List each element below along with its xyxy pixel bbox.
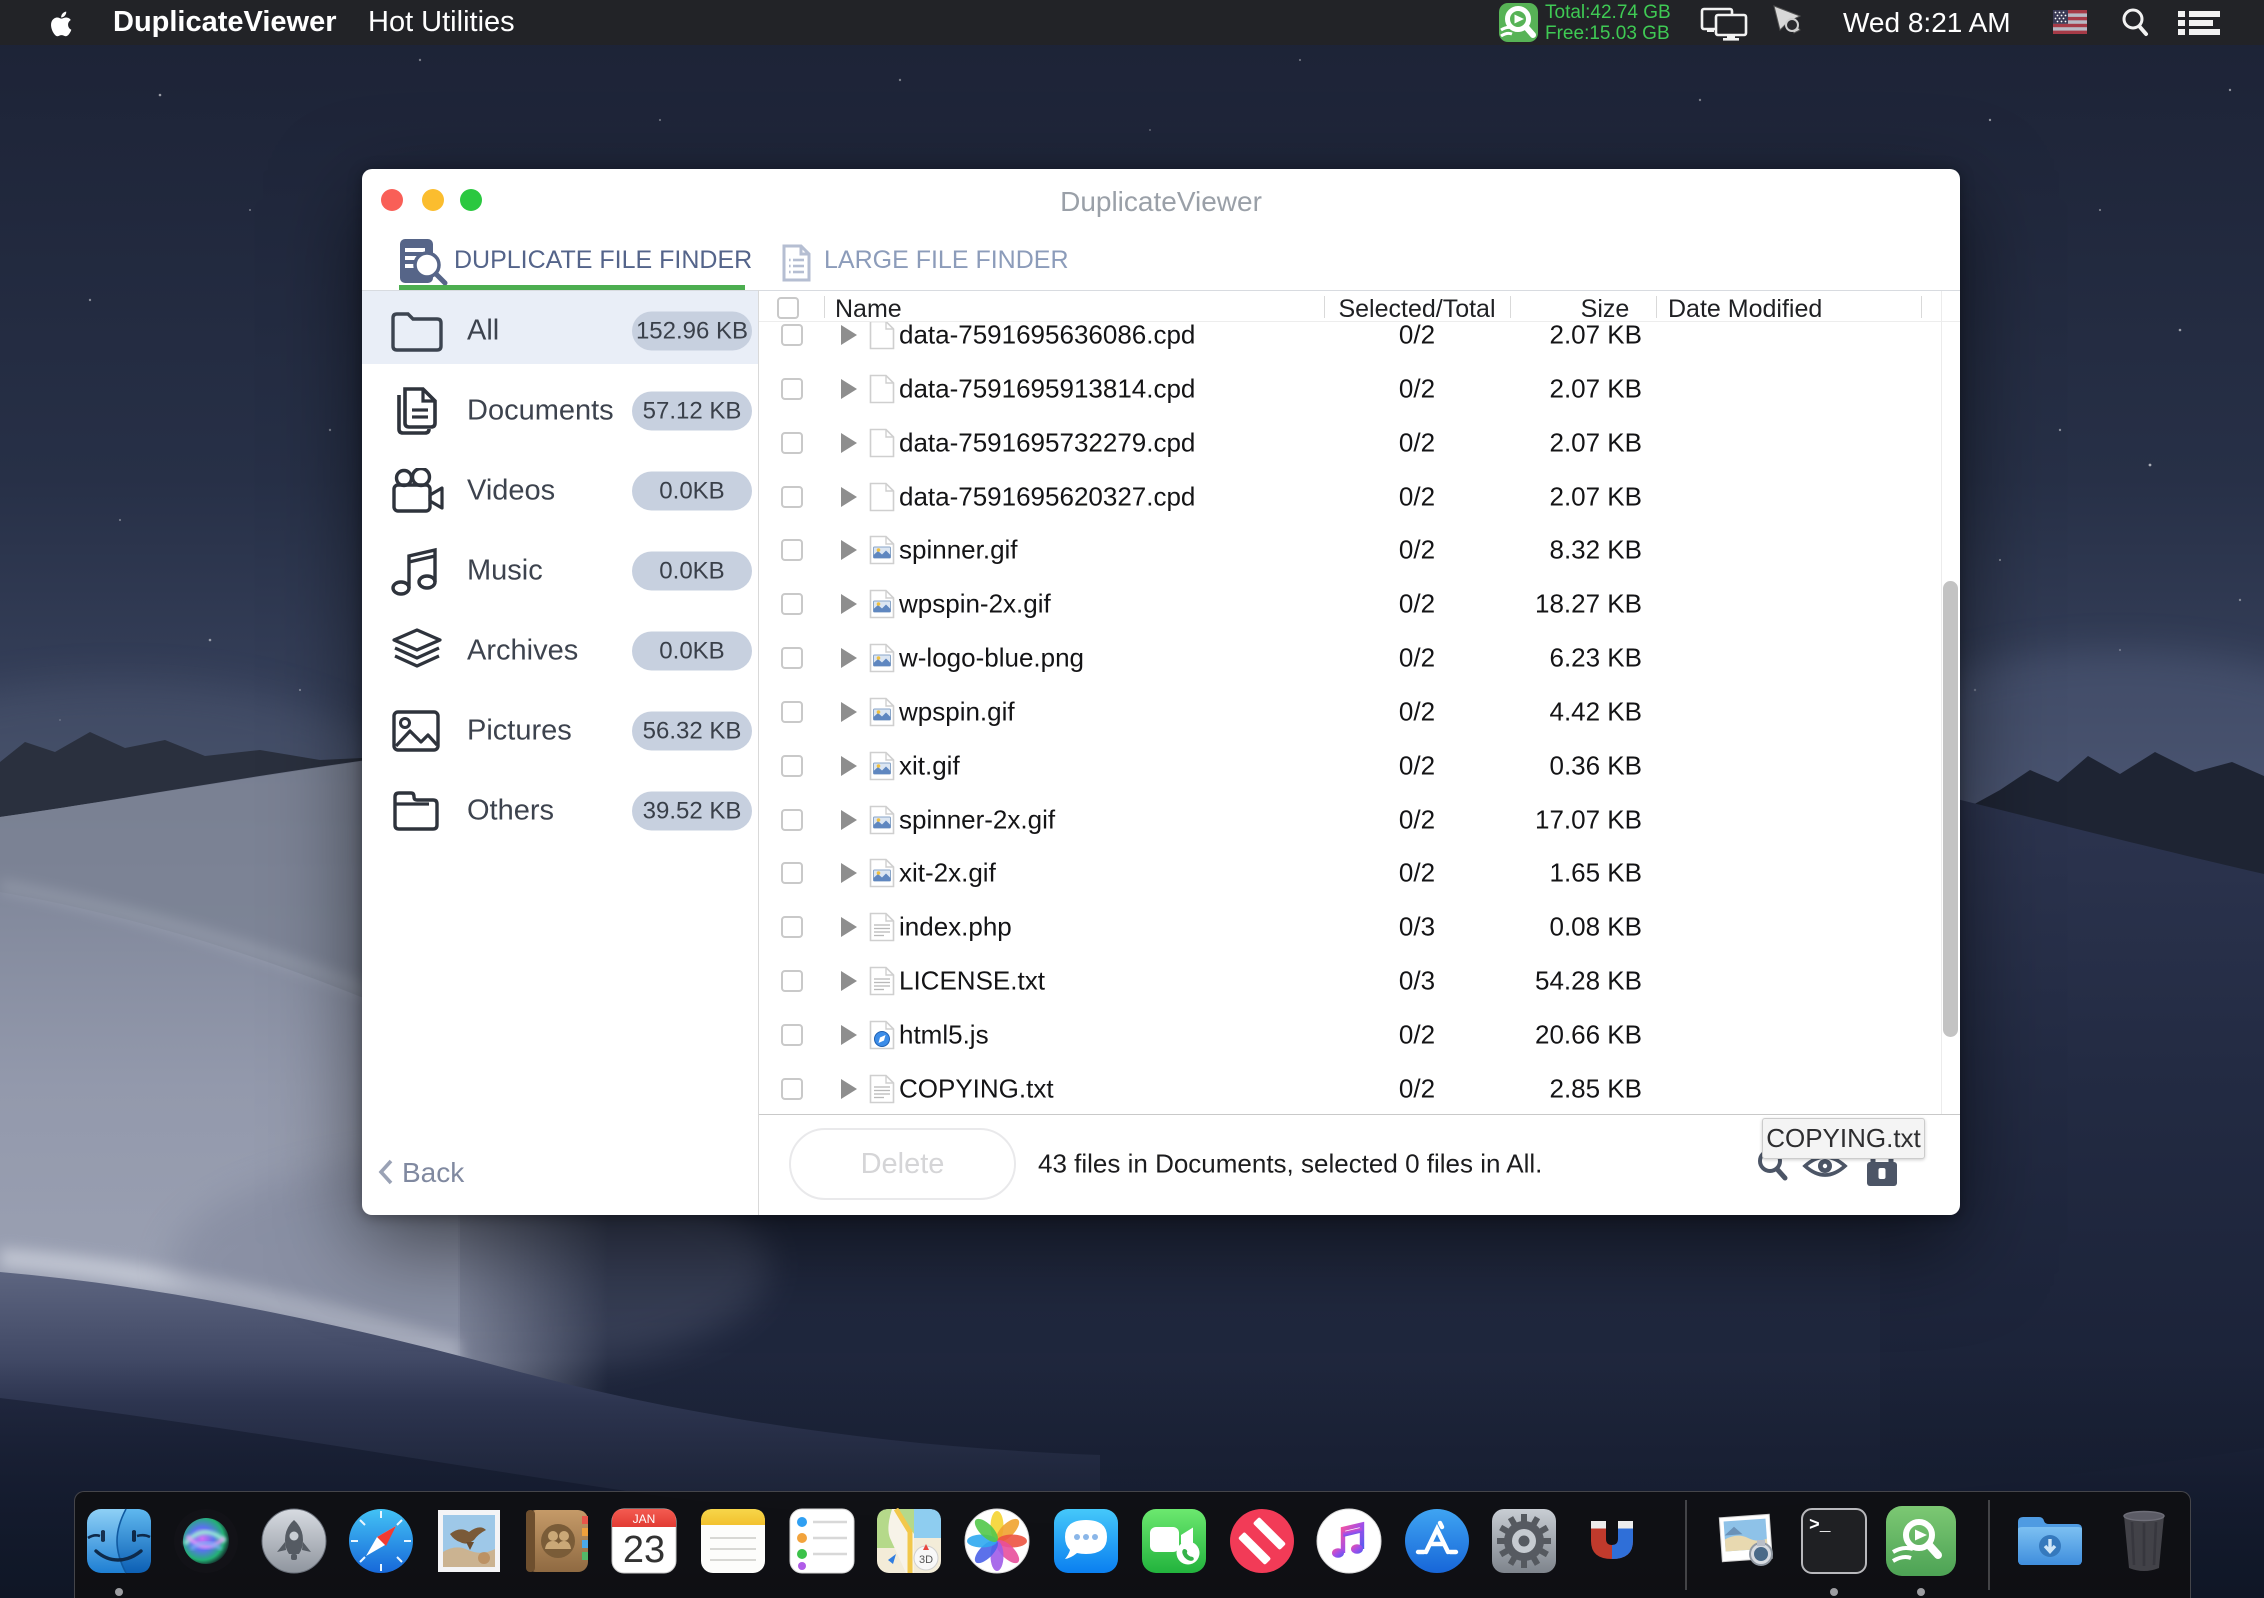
svg-text:3D: 3D: [919, 1554, 933, 1566]
svg-text:23: 23: [623, 1529, 665, 1571]
svg-text:>_: >_: [1809, 1516, 1831, 1536]
svg-text:JAN: JAN: [633, 1512, 656, 1526]
